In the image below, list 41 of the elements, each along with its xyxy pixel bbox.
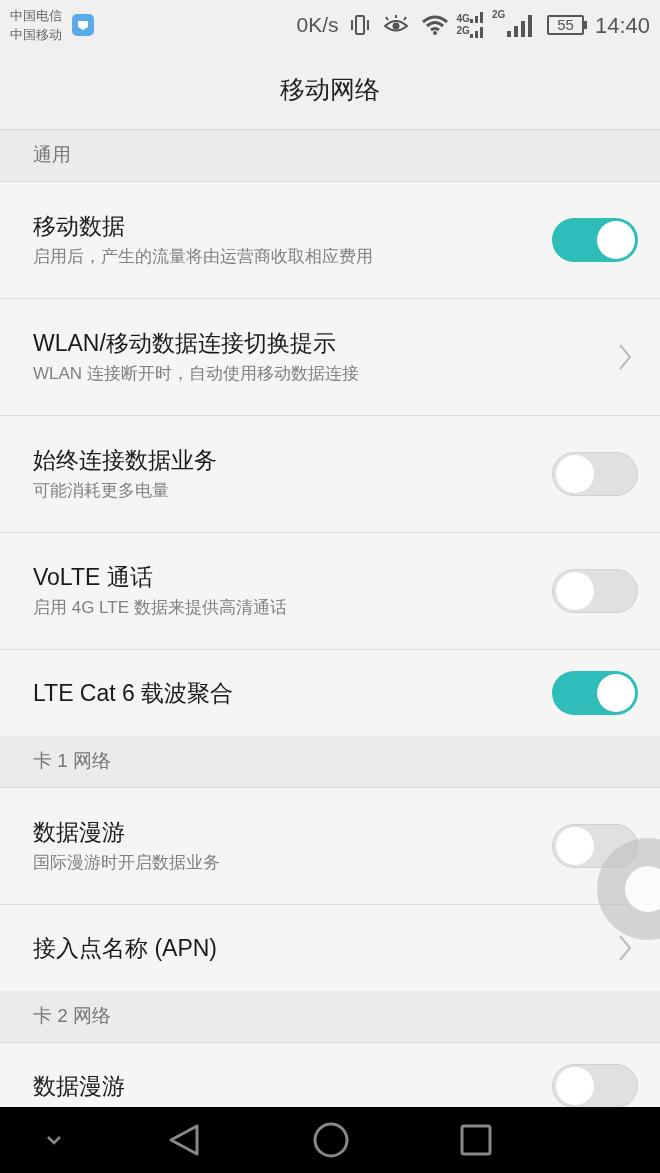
setting-description: 启用 4G LTE 数据来提供高清通话 bbox=[33, 597, 288, 619]
clock-time: 14:40 bbox=[594, 11, 650, 40]
toggle-switch[interactable] bbox=[552, 1064, 638, 1107]
section-header: 通用 bbox=[33, 143, 71, 168]
setting-description: 启用后，产生的流量将由运营商收取相应费用 bbox=[33, 246, 374, 268]
section-header: 卡 1 网络 bbox=[33, 749, 112, 774]
network-type: 2G bbox=[491, 10, 506, 20]
home-icon[interactable] bbox=[313, 1122, 349, 1158]
setting-title: 接入点名称 (APN) bbox=[33, 934, 218, 963]
network-type: 2G bbox=[456, 25, 470, 37]
page-title: 移动网络 bbox=[280, 73, 380, 105]
setting-title: LTE Cat 6 载波聚合 bbox=[33, 679, 235, 708]
setting-title: 数据漫游 bbox=[33, 818, 126, 847]
setting-description: 国际漫游时开启数据业务 bbox=[33, 852, 221, 874]
setting-title: 数据漫游 bbox=[33, 1072, 126, 1101]
toggle-switch[interactable] bbox=[552, 671, 638, 715]
carrier-name: 中国电信 bbox=[10, 7, 62, 25]
network-type: 4G bbox=[456, 13, 470, 25]
vibrate-icon bbox=[348, 14, 371, 36]
toggle-switch[interactable] bbox=[552, 452, 638, 496]
section-header: 卡 2 网络 bbox=[33, 1004, 112, 1029]
setting-description: 可能消耗更多电量 bbox=[33, 480, 170, 502]
setting-title: WLAN/移动数据连接切换提示 bbox=[33, 329, 337, 358]
chevron-right-icon bbox=[618, 343, 632, 371]
battery-indicator: 55 bbox=[547, 15, 587, 35]
setting-title: VoLTE 通话 bbox=[33, 563, 154, 592]
wifi-icon bbox=[420, 14, 449, 36]
toggle-switch[interactable] bbox=[552, 824, 638, 868]
setting-title: 始终连接数据业务 bbox=[33, 446, 218, 475]
dual-signal-icon bbox=[469, 12, 484, 38]
carrier-name: 中国移动 bbox=[10, 26, 62, 44]
toggle-switch[interactable] bbox=[552, 569, 638, 613]
network-speed: 0K/s bbox=[296, 12, 339, 39]
chevron-right-icon bbox=[618, 934, 632, 962]
app-notification-icon bbox=[72, 14, 94, 36]
setting-title: 移动数据 bbox=[33, 212, 126, 241]
recent-apps-icon[interactable] bbox=[460, 1124, 492, 1156]
chevron-down-icon[interactable] bbox=[45, 1134, 63, 1146]
toggle-switch[interactable] bbox=[552, 218, 638, 262]
back-icon[interactable] bbox=[168, 1123, 200, 1157]
setting-description: WLAN 连接断开时，自动使用移动数据连接 bbox=[33, 363, 360, 385]
